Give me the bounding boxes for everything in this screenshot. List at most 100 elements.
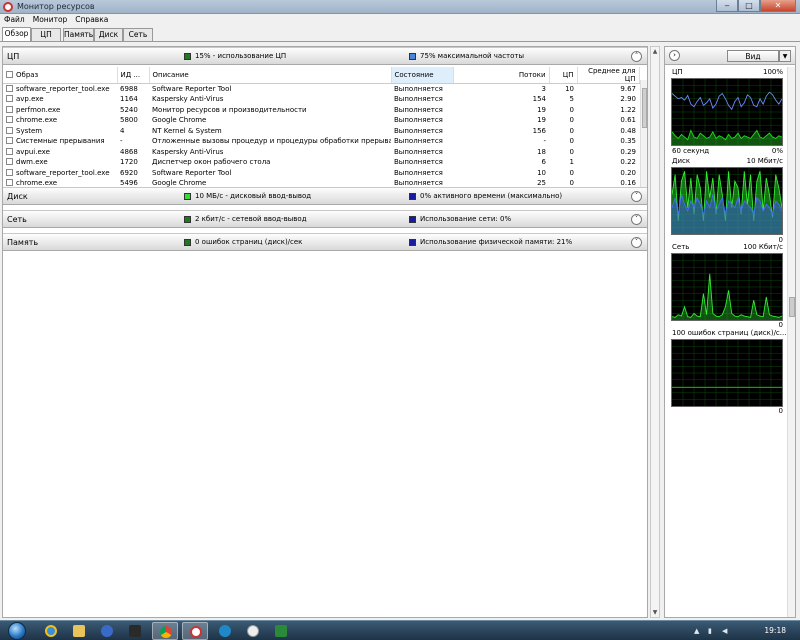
table-row[interactable]: software_reporter_tool.exe 6988 Software R…: [3, 84, 639, 95]
net-usage-swatch: [409, 216, 416, 223]
process-checkbox[interactable]: [6, 116, 13, 124]
disk-graph-max: 10 Мбит/с: [746, 157, 783, 165]
scroll-up-icon[interactable]: ▲: [652, 48, 658, 55]
menu-file[interactable]: Файл: [0, 14, 29, 26]
taskbar-yandex[interactable]: [240, 622, 266, 640]
memory-section-header[interactable]: Память 0 ошибок страниц (диск)/сек Испол…: [3, 233, 647, 251]
cpu-graph-label: ЦП: [672, 68, 683, 76]
show-hidden-icon[interactable]: ▲: [694, 627, 702, 635]
process-avg-cpu: 0.20: [620, 168, 636, 177]
process-avg-cpu: 0.22: [620, 158, 636, 167]
process-checkbox[interactable]: [6, 137, 13, 145]
mem-graph-label: 100 ошибок страниц (диск)/с...: [672, 329, 787, 337]
column-pid[interactable]: ИД ...: [117, 67, 150, 84]
graphs-scrollbar[interactable]: [787, 67, 795, 617]
process-checkbox[interactable]: [6, 158, 13, 166]
tab-memory[interactable]: Память: [63, 28, 94, 41]
process-image: Системные прерывания: [3, 136, 117, 147]
network-icon[interactable]: ▮: [708, 627, 716, 635]
taskbar-app2[interactable]: [212, 622, 238, 640]
volume-icon[interactable]: ◀: [722, 627, 730, 635]
process-checkbox[interactable]: [6, 105, 13, 113]
process-description: Диспетчер окон рабочего стола: [152, 158, 271, 167]
column-avg-cpu[interactable]: Среднее для ЦП: [577, 67, 640, 84]
chrome-icon: [160, 626, 172, 638]
disk-section-title: Диск: [7, 192, 28, 201]
process-image: avpui.exe: [3, 147, 117, 158]
mem-graph-min: 0: [778, 407, 783, 415]
table-row[interactable]: perfmon.exe 5240 Монитор ресурсов и произв…: [3, 105, 639, 116]
process-threads: 19: [537, 116, 546, 125]
chevron-down-icon[interactable]: ▼: [779, 50, 791, 62]
main-scrollbar[interactable]: ▲ ▼: [650, 46, 660, 618]
collapse-icon[interactable]: ˄: [631, 51, 642, 62]
process-checkbox[interactable]: [6, 95, 13, 103]
maximize-button[interactable]: □: [738, 0, 760, 12]
collapse-panel-icon[interactable]: ›: [669, 50, 680, 61]
process-checkbox[interactable]: [6, 179, 13, 187]
taskbar-media[interactable]: [94, 622, 120, 640]
expand-icon[interactable]: ˅: [631, 237, 642, 248]
process-pid: 1720: [120, 158, 138, 167]
tab-cpu[interactable]: ЦП: [31, 28, 61, 41]
scroll-thumb[interactable]: [642, 88, 647, 128]
graphs-panel: › Вид ▼ ЦП 100% 60 секунд 0% Диск 10 Мби…: [664, 46, 796, 618]
close-button[interactable]: ✕: [760, 0, 796, 12]
taskbar-app[interactable]: [122, 622, 148, 640]
tab-disk[interactable]: Диск: [94, 28, 123, 41]
window-title: Монитор ресурсов: [17, 2, 95, 11]
process-checkbox[interactable]: [6, 168, 13, 176]
taskbar-app3[interactable]: [268, 622, 294, 640]
table-row[interactable]: System 4 NT Kernel & System Выполняется 156 0…: [3, 126, 639, 137]
cpu-section-header[interactable]: ЦП 15% - использование ЦП 75% максимальн…: [3, 47, 647, 65]
table-row[interactable]: software_reporter_tool.exe 6920 Software R…: [3, 168, 639, 179]
clock[interactable]: 19:18: [764, 626, 786, 635]
process-image: System: [3, 126, 117, 137]
process-cpu: 0: [569, 147, 574, 156]
table-row[interactable]: avp.exe 1164 Kaspersky Anti-Virus Выполняет…: [3, 94, 639, 105]
process-description: Отложенные вызовы процедур и процедуры о…: [152, 137, 391, 146]
mem-usage-text: Использование физической памяти: 21%: [420, 238, 573, 246]
scroll-down-icon[interactable]: ▼: [652, 609, 658, 616]
column-image[interactable]: Образ: [3, 67, 118, 84]
app-icon: [219, 625, 231, 637]
column-status[interactable]: Состояние: [391, 67, 454, 84]
column-description[interactable]: Описание: [149, 67, 392, 84]
tab-network[interactable]: Сеть: [123, 28, 153, 41]
network-section-header[interactable]: Сеть 2 кбит/с - сетевой ввод-вывод Испол…: [3, 210, 647, 228]
taskbar-explorer[interactable]: [66, 622, 92, 640]
tab-overview[interactable]: Обзор: [2, 27, 31, 41]
view-button[interactable]: Вид: [727, 50, 779, 62]
process-threads: 3: [541, 85, 546, 93]
taskbar-chrome[interactable]: [152, 622, 178, 640]
table-row[interactable]: avpui.exe 4868 Kaspersky Anti-Virus Выполня…: [3, 147, 639, 158]
process-threads: 156: [532, 126, 546, 135]
column-threads[interactable]: Потоки: [453, 67, 550, 84]
expand-icon[interactable]: ˅: [631, 214, 642, 225]
media-player-icon: [101, 625, 113, 637]
internet-explorer-icon: [45, 625, 57, 637]
process-checkbox[interactable]: [6, 147, 13, 155]
taskbar-ie[interactable]: [38, 622, 64, 640]
menu-monitor[interactable]: Монитор: [29, 14, 72, 26]
disk-section-header[interactable]: Диск 10 МБ/с - дисковый ввод-вывод 0% ак…: [3, 187, 647, 205]
scroll-thumb[interactable]: [789, 297, 795, 317]
expand-icon[interactable]: ˅: [631, 191, 642, 202]
process-image: software_reporter_tool.exe: [3, 84, 117, 95]
table-row[interactable]: dwm.exe 1720 Диспетчер окон рабочего стола…: [3, 157, 639, 168]
select-all-checkbox[interactable]: [6, 71, 13, 78]
table-row[interactable]: chrome.exe 5800 Google Chrome Выполняется 19…: [3, 115, 639, 126]
process-checkbox[interactable]: [6, 85, 13, 92]
net-io-swatch: [184, 216, 191, 223]
process-status: Выполняется: [394, 158, 443, 167]
menu-help[interactable]: Справка: [71, 14, 112, 26]
taskbar-resource-monitor[interactable]: [182, 622, 208, 640]
process-checkbox[interactable]: [6, 126, 13, 134]
start-button[interactable]: [2, 621, 32, 640]
minimize-button[interactable]: ‒: [716, 0, 738, 12]
table-row[interactable]: Системные прерывания - Отложенные вызовы п…: [3, 136, 639, 147]
process-status: Выполняется: [394, 147, 443, 156]
process-table-scrollbar[interactable]: [640, 80, 647, 187]
column-cpu[interactable]: ЦП: [549, 67, 578, 84]
cpu-freq-text: 75% максимальной частоты: [420, 52, 525, 60]
